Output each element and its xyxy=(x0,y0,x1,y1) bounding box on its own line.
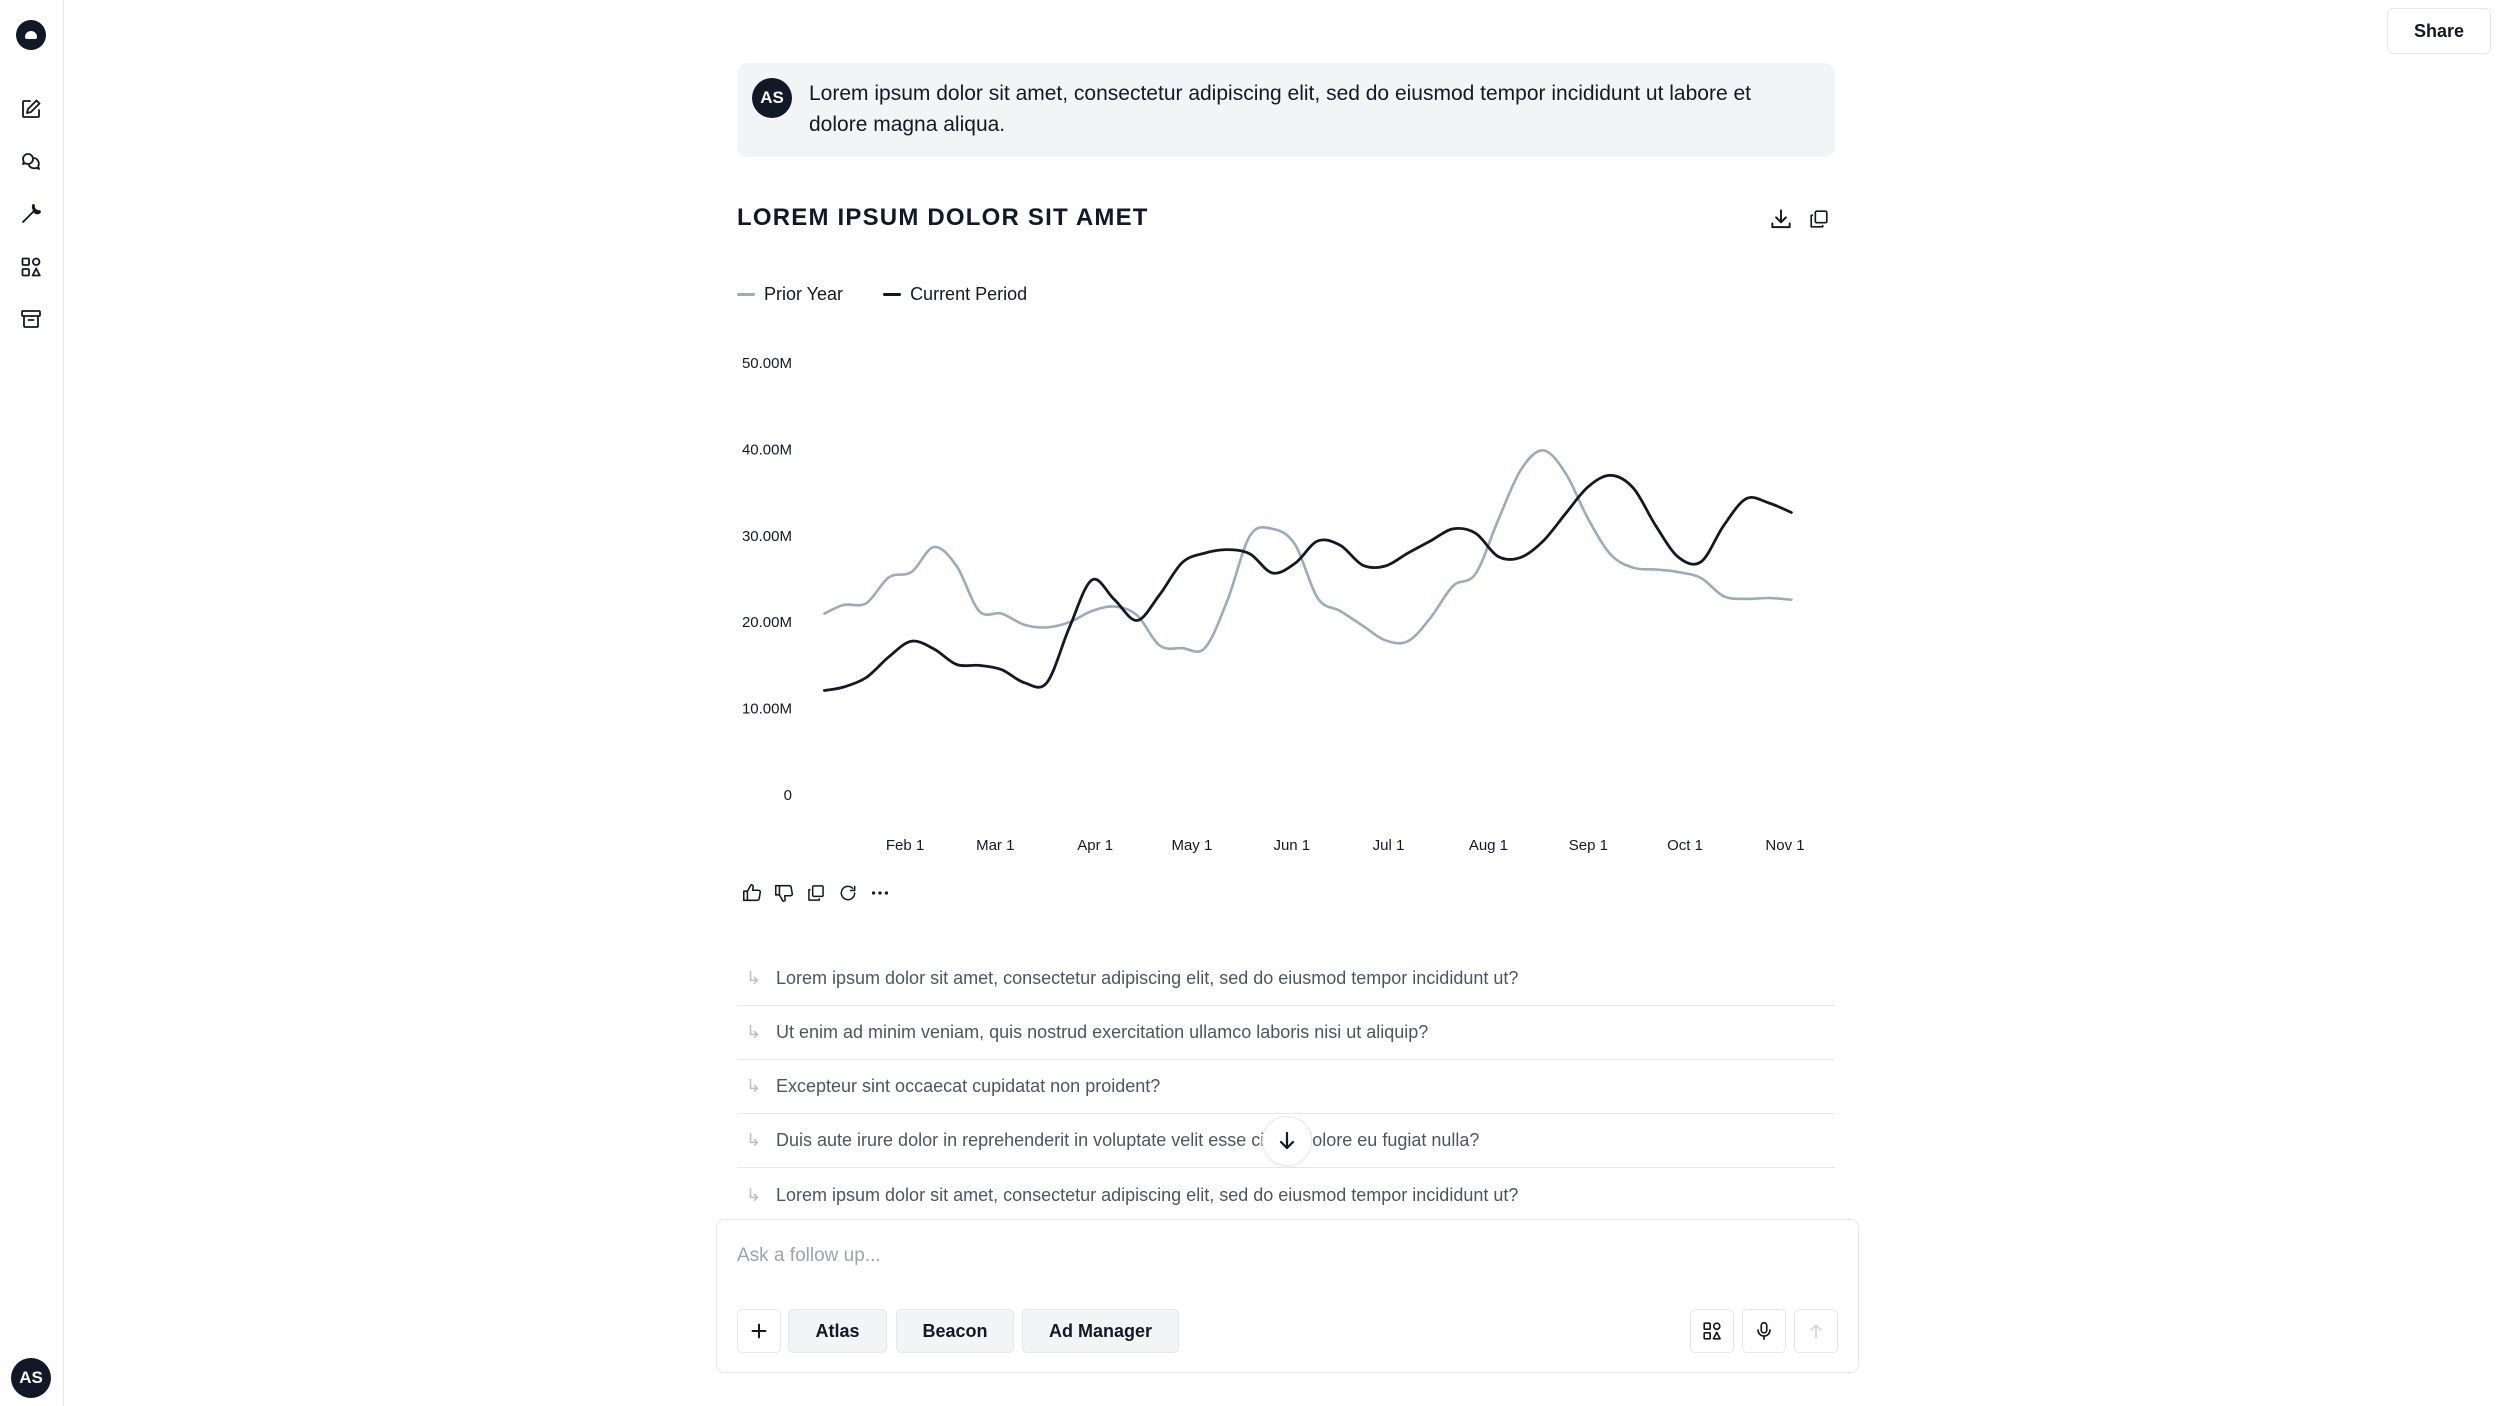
x-tick-label: Aug 1 xyxy=(1469,837,1508,854)
suggestion-text: Duis aute irure dolor in reprehenderit i… xyxy=(776,1130,1480,1150)
user-avatar[interactable]: AS xyxy=(11,1358,51,1398)
x-tick-label: Nov 1 xyxy=(1765,837,1804,854)
app-logo[interactable] xyxy=(16,20,46,50)
chats-button[interactable] xyxy=(14,145,48,179)
legend-label: Current Period xyxy=(910,284,1028,304)
apps-grid-icon xyxy=(1703,1322,1721,1340)
composer: Atlas Beacon Ad Manager xyxy=(716,1219,1859,1373)
chip-atlas[interactable]: Atlas xyxy=(788,1309,887,1353)
chat-bubbles-icon xyxy=(22,153,40,170)
thumbs-down-icon xyxy=(774,884,794,903)
suggestion-text: Lorem ipsum dolor sit amet, consectetur … xyxy=(776,968,1519,988)
y-tick-label: 30.00M xyxy=(742,528,792,545)
followup-input[interactable] xyxy=(737,1240,1737,1272)
reply-arrow-icon: ↳ xyxy=(746,968,762,988)
copy-icon xyxy=(808,885,824,901)
suggested-followups: ↳ Lorem ipsum dolor sit amet, consectetu… xyxy=(737,952,1835,1222)
reply-arrow-icon: ↳ xyxy=(746,1076,762,1096)
archive-box-icon xyxy=(21,310,41,328)
y-tick-label: 0 xyxy=(784,787,792,804)
suggestion-item[interactable]: ↳ Lorem ipsum dolor sit amet, consectetu… xyxy=(737,1168,1835,1222)
thumbs-down-button[interactable] xyxy=(773,882,795,904)
x-tick-label: May 1 xyxy=(1171,837,1212,854)
reply-arrow-icon: ↳ xyxy=(746,1022,762,1042)
legend-swatch xyxy=(737,293,755,296)
download-button[interactable] xyxy=(1766,204,1796,234)
apps-button[interactable] xyxy=(14,250,48,284)
thumbs-up-button[interactable] xyxy=(741,882,763,904)
copy-message-button[interactable] xyxy=(805,882,827,904)
suggestion-item[interactable]: ↳ Excepteur sint occaecat cupidatat non … xyxy=(737,1060,1835,1114)
y-tick-label: 20.00M xyxy=(742,614,792,631)
x-tick-label: Oct 1 xyxy=(1667,837,1703,854)
line-chart: 0 10.00M 20.00M 30.00M 40.00M 50.00M Feb 1 Mar … xyxy=(742,355,1805,854)
user-message: AS Lorem ipsum dolor sit amet, consectet… xyxy=(737,63,1835,157)
y-tick-label: 40.00M xyxy=(742,441,792,458)
suggestion-item[interactable]: ↳ Ut enim ad minim veniam, quis nostrud … xyxy=(737,1006,1835,1060)
archive-button[interactable] xyxy=(14,302,48,336)
legend-swatch xyxy=(883,293,902,296)
suggestion-text: Ut enim ad minim veniam, quis nostrud ex… xyxy=(776,1022,1429,1042)
add-attachment-button[interactable] xyxy=(737,1309,781,1353)
suggestion-text: Excepteur sint occaecat cupidatat non pr… xyxy=(776,1076,1161,1096)
plus-icon xyxy=(751,1323,767,1339)
download-icon xyxy=(1771,209,1791,229)
y-tick-label: 50.00M xyxy=(742,355,792,372)
sidebar: AS xyxy=(0,0,64,1406)
y-tick-label: 10.00M xyxy=(742,701,792,718)
suggestion-item[interactable]: ↳ Lorem ipsum dolor sit amet, consectetu… xyxy=(737,952,1835,1006)
x-tick-label: Jun 1 xyxy=(1273,837,1310,854)
avatar: AS xyxy=(752,78,792,118)
chip-beacon[interactable]: Beacon xyxy=(896,1309,1014,1353)
legend-item-current-period[interactable]: Current Period xyxy=(883,284,1027,305)
legend-item-prior-year[interactable]: Prior Year xyxy=(737,284,843,305)
apps-button[interactable] xyxy=(1690,1309,1734,1353)
chip-ad-manager[interactable]: Ad Manager xyxy=(1022,1309,1179,1353)
tools-button[interactable] xyxy=(14,197,48,231)
wrench-icon xyxy=(22,203,41,223)
series-line-current-period xyxy=(823,473,1793,692)
more-icon xyxy=(871,891,889,895)
arrow-up-icon xyxy=(1810,1324,1822,1339)
legend-label: Prior Year xyxy=(764,284,844,304)
copy-icon xyxy=(1810,210,1828,228)
apps-grid-icon xyxy=(21,257,41,277)
more-options-button[interactable] xyxy=(869,882,891,904)
arrow-down-icon xyxy=(1279,1131,1295,1150)
chart-title: LOREM IPSUM DOLOR SIT AMET xyxy=(737,204,1149,231)
reply-arrow-icon: ↳ xyxy=(746,1130,762,1150)
scroll-to-bottom-button[interactable] xyxy=(1262,1116,1312,1166)
x-tick-label: Jul 1 xyxy=(1373,837,1405,854)
new-chat-button[interactable] xyxy=(14,92,48,126)
copy-chart-button[interactable] xyxy=(1806,206,1832,232)
x-tick-label: Apr 1 xyxy=(1077,837,1113,854)
refresh-icon xyxy=(840,885,856,901)
regenerate-button[interactable] xyxy=(837,882,859,904)
x-tick-label: Mar 1 xyxy=(976,837,1014,854)
suggestion-text: Lorem ipsum dolor sit amet, consectetur … xyxy=(776,1184,1519,1205)
share-button[interactable]: Share xyxy=(2387,8,2491,54)
edit-icon xyxy=(22,99,41,118)
reply-arrow-icon: ↳ xyxy=(746,1184,762,1205)
voice-input-button[interactable] xyxy=(1742,1309,1786,1353)
microphone-icon xyxy=(1757,1321,1771,1341)
x-tick-label: Sep 1 xyxy=(1569,837,1608,854)
chart-legend: Prior Year Current Period xyxy=(737,284,1027,305)
user-message-text: Lorem ipsum dolor sit amet, consectetur … xyxy=(809,82,1751,136)
send-button[interactable] xyxy=(1794,1309,1838,1353)
thumbs-up-icon xyxy=(742,883,762,902)
message-actions xyxy=(741,882,891,904)
x-tick-label: Feb 1 xyxy=(886,837,924,854)
